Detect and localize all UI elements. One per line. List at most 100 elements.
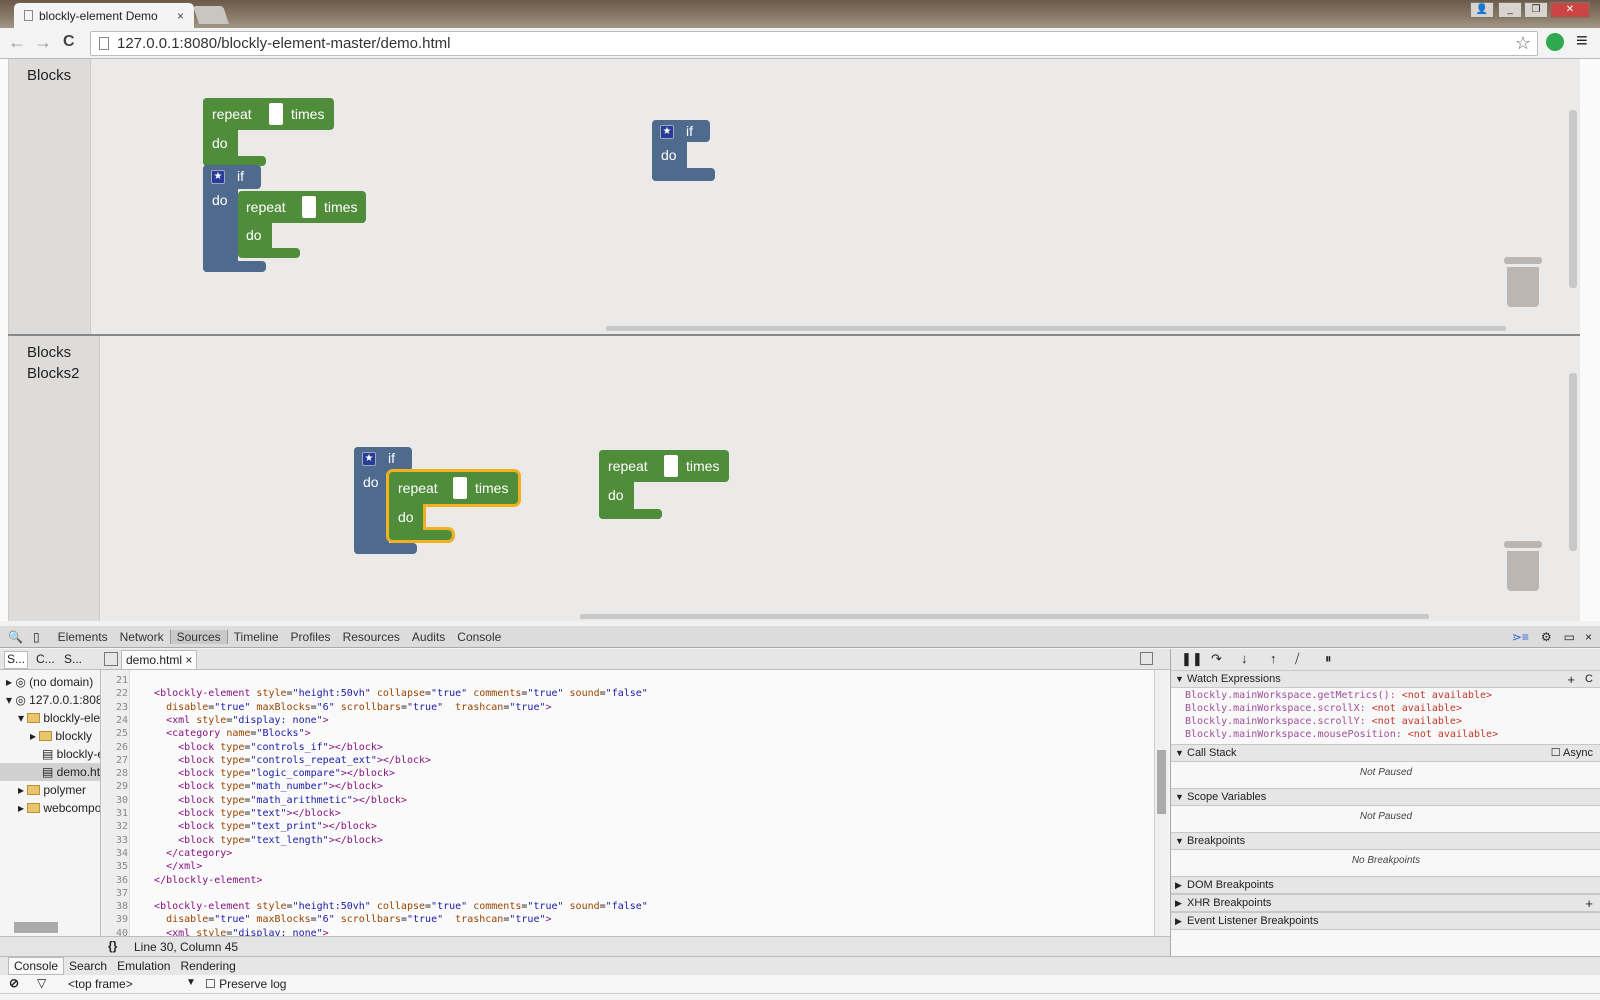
scope-variables-header[interactable]: ▼ Scope Variables	[1171, 788, 1600, 806]
frame-dropdown-icon[interactable]: ▼	[186, 977, 196, 988]
maximize-button[interactable]: ❐	[1524, 2, 1548, 18]
tree-item[interactable]: ▾ ◎ 127.0.0.1:8080	[6, 691, 100, 709]
close-file-icon[interactable]: ×	[185, 653, 192, 667]
watch-item[interactable]: Blockly.mainWorkspace.getMetrics(): <not…	[1185, 690, 1492, 701]
drawer-tab-emulation[interactable]: Emulation	[112, 958, 175, 974]
mutator-star-icon[interactable]: ★	[660, 125, 674, 139]
preserve-log-checkbox[interactable]: ☐ Preserve log	[205, 977, 286, 991]
tab-console[interactable]: Console	[451, 630, 507, 644]
step-over-icon[interactable]: ↷	[1211, 651, 1222, 667]
times-input[interactable]	[269, 103, 283, 125]
code-line[interactable]: 28 <block type="logic_compare"></block>	[102, 767, 395, 780]
async-checkbox[interactable]: ☐ Async	[1551, 745, 1593, 762]
trashcan-icon[interactable]	[1504, 257, 1542, 307]
tree-item[interactable]: ▸ ◎ (no domain)	[6, 673, 93, 691]
nav-tab-sources[interactable]: S...	[4, 651, 28, 669]
pause-icon[interactable]: ❚❚	[1181, 651, 1203, 667]
back-button[interactable]: ←	[8, 32, 26, 53]
tree-item[interactable]: ▾ blockly-element-master	[18, 709, 100, 727]
code-line[interactable]: 23 disable="true" maxBlocks="6" scrollba…	[102, 701, 552, 714]
refresh-watch-icon[interactable]: C	[1585, 671, 1593, 688]
dom-breakpoints-header[interactable]: ▶ DOM Breakpoints	[1171, 876, 1600, 894]
mutator-star-icon[interactable]: ★	[362, 452, 376, 466]
watch-item[interactable]: Blockly.mainWorkspace.mousePosition: <no…	[1185, 729, 1498, 740]
times-input[interactable]	[302, 196, 316, 218]
xhr-breakpoints-header[interactable]: ▶ XHR Breakpoints +	[1171, 894, 1600, 912]
filter-icon[interactable]: ▽	[37, 976, 46, 990]
mutator-star-icon[interactable]: ★	[211, 170, 225, 184]
watch-item[interactable]: Blockly.mainWorkspace.scrollY: <not avai…	[1185, 716, 1462, 727]
bookmark-star-icon[interactable]: ☆	[1515, 33, 1531, 54]
dock-icon[interactable]: ▭	[1564, 630, 1575, 644]
event-listener-breakpoints-header[interactable]: ▶ Event Listener Breakpoints	[1171, 912, 1600, 930]
code-line[interactable]: 38 <blockly-element style="height:50vh" …	[102, 900, 648, 913]
code-line[interactable]: 33 <block type="text_length"></block>	[102, 834, 383, 847]
add-watch-icon[interactable]: +	[1567, 671, 1575, 688]
nav-tab-content-scripts[interactable]: C...	[36, 652, 55, 666]
toolbox-category-blocks[interactable]: Blocks	[27, 65, 90, 86]
tree-item-selected[interactable]: ▤ demo.html	[0, 763, 100, 781]
vertical-scrollbar[interactable]	[1569, 110, 1577, 288]
tree-item[interactable]: ▸ webcomponentsjs	[18, 799, 100, 817]
call-stack-header[interactable]: ▼ Call Stack ☐ Async	[1171, 744, 1600, 762]
browser-tab[interactable]: blockly-element Demo ×	[14, 3, 194, 28]
nav-tab-snippets[interactable]: S...	[64, 652, 82, 666]
step-into-icon[interactable]: ↓	[1241, 651, 1248, 666]
tab-profiles[interactable]: Profiles	[285, 630, 337, 644]
vertical-scrollbar[interactable]	[1569, 373, 1577, 551]
clear-console-icon[interactable]: ⊘	[9, 976, 19, 990]
watch-expressions-header[interactable]: ▼ Watch Expressions + C	[1171, 670, 1600, 688]
reload-button[interactable]: C	[63, 33, 75, 51]
horizontal-scrollbar[interactable]	[606, 326, 1506, 331]
breakpoints-header[interactable]: ▼ Breakpoints	[1171, 832, 1600, 850]
new-tab-button[interactable]	[193, 6, 229, 24]
user-icon[interactable]: 👤	[1470, 2, 1494, 18]
toolbox-category-blocks[interactable]: Blocks	[27, 342, 99, 363]
step-out-icon[interactable]: ↑	[1270, 651, 1277, 666]
code-line[interactable]: 34 </category>	[102, 847, 232, 860]
code-line[interactable]: 25 <category name="Blocks">	[102, 727, 311, 740]
deactivate-breakpoints-icon[interactable]: ⧸	[1295, 651, 1299, 667]
close-devtools-icon[interactable]: ×	[1585, 630, 1592, 644]
tab-timeline[interactable]: Timeline	[228, 630, 285, 644]
code-line[interactable]: 30 <block type="math_arithmetic"></block…	[102, 794, 407, 807]
code-line[interactable]: 37	[102, 887, 142, 900]
blockly-workspace-1[interactable]: Blocks repeat times do ★ if do repeat ti	[8, 59, 1580, 334]
address-bar[interactable]: 127.0.0.1:8080/blockly-element-master/de…	[90, 31, 1538, 56]
tree-item[interactable]: ▸ polymer	[18, 781, 86, 799]
horizontal-scrollbar[interactable]	[580, 614, 1429, 619]
tab-close-button[interactable]: ×	[177, 9, 184, 23]
code-line[interactable]: 32 <block type="text_print"></block>	[102, 820, 377, 833]
minimize-button[interactable]: _	[1498, 2, 1522, 18]
code-line[interactable]: 39 disable="true" maxBlocks="6" scrollba…	[102, 913, 552, 926]
code-line[interactable]: 29 <block type="math_number"></block>	[102, 780, 383, 793]
toolbox-category-blocks2[interactable]: Blocks2	[27, 363, 99, 384]
blockly-workspace-2[interactable]: Blocks Blocks2 ★ if do repeat times do r…	[8, 336, 1580, 621]
trashcan-icon[interactable]	[1504, 541, 1542, 591]
code-line[interactable]: 36 </blockly-element>	[102, 874, 262, 887]
search-icon[interactable]: 🔍	[8, 630, 23, 644]
tab-sources[interactable]: Sources	[169, 629, 228, 644]
tab-elements[interactable]: Elements	[52, 630, 114, 644]
code-line[interactable]: 35 </xml>	[102, 860, 202, 873]
drawer-tab-console[interactable]: Console	[8, 957, 65, 975]
code-line[interactable]: 22 <blockly-element style="height:50vh" …	[102, 687, 648, 700]
code-line[interactable]: 31 <block type="text"></block>	[102, 807, 341, 820]
tab-resources[interactable]: Resources	[337, 630, 406, 644]
show-drawer-icon[interactable]: ⋗≡	[1512, 630, 1529, 644]
tree-item[interactable]: ▤ blockly-element.html	[42, 745, 100, 763]
code-line[interactable]: 21	[102, 674, 142, 687]
close-window-button[interactable]: ✕	[1550, 2, 1590, 18]
settings-gear-icon[interactable]: ⚙	[1541, 630, 1552, 644]
times-input[interactable]	[664, 455, 678, 477]
tab-audits[interactable]: Audits	[406, 630, 451, 644]
code-scrollbar[interactable]	[1154, 670, 1168, 936]
drawer-tab-rendering[interactable]: Rendering	[175, 958, 240, 974]
device-mode-icon[interactable]: ▯	[33, 630, 40, 644]
forward-button[interactable]: →	[34, 32, 52, 53]
code-line[interactable]: 27 <block type="controls_repeat_ext"></b…	[102, 754, 431, 767]
code-line[interactable]: 40 <xml style="display: none">	[102, 927, 329, 936]
menu-button[interactable]: ≡	[1576, 30, 1588, 53]
times-input[interactable]	[453, 477, 467, 499]
file-tab[interactable]: demo.html ×	[121, 650, 198, 670]
